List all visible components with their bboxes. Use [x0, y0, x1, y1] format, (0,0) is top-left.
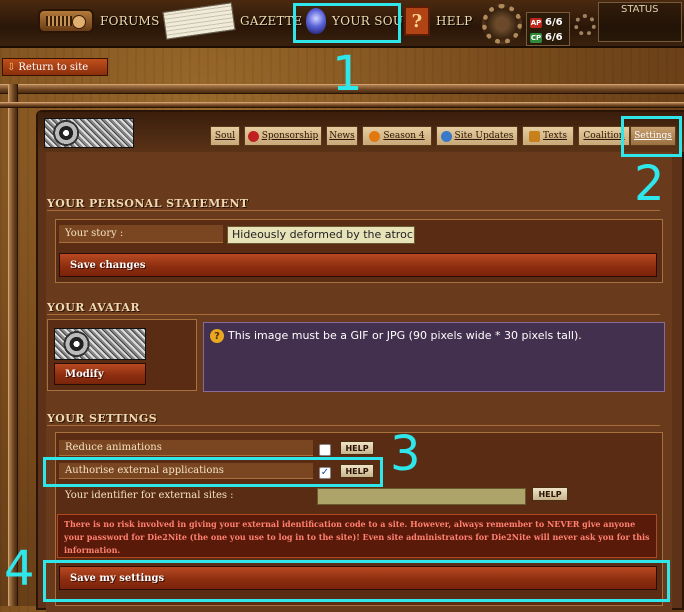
tab-coalition[interactable]: Coalition: [578, 126, 630, 146]
section-title-personal-statement: YOUR PERSONAL STATEMENT: [47, 197, 660, 211]
tab-settings-label: Settings: [634, 131, 672, 141]
soul-icon: [306, 8, 326, 34]
tab-news[interactable]: News: [326, 126, 358, 146]
tab-season-label: Season 4: [383, 131, 425, 141]
top-navigation-bar: FORUMS GAZETTE YOUR SOUL ? HELP AP 6/6 CP…: [0, 0, 684, 48]
tab-soul[interactable]: Soul: [210, 126, 240, 146]
cp-value: 6/6: [545, 32, 563, 43]
tab-settings[interactable]: Settings: [630, 126, 676, 146]
external-identifier-help-button[interactable]: HELP: [532, 487, 568, 501]
modify-avatar-button[interactable]: Modify: [54, 363, 146, 385]
scroll-icon: [529, 130, 541, 142]
action-points-panel: AP 6/6 CP 6/6: [526, 12, 570, 46]
authorise-apps-label: Authorise external applications: [59, 463, 313, 479]
avatar-info-text: This image must be a GIF or JPG (90 pixe…: [228, 329, 582, 342]
tabs-bar: Soul Sponsorship News Season 4 Site Upda…: [38, 112, 684, 152]
tab-sponsorship[interactable]: Sponsorship: [244, 126, 322, 146]
tab-sponsorship-label: Sponsorship: [261, 131, 319, 141]
heart-icon: [247, 130, 259, 142]
save-changes-button[interactable]: Save changes: [59, 253, 657, 277]
external-identifier-label: Your identifier for external sites :: [65, 489, 234, 501]
tab-texts[interactable]: Texts: [522, 126, 574, 146]
pipe-decoration: [0, 84, 684, 94]
pipe-decoration: [0, 102, 684, 108]
return-to-site-button[interactable]: ⇩ Return to site: [2, 58, 108, 76]
pipe-decoration: [8, 84, 18, 606]
small-gear-icon: [574, 14, 596, 36]
return-arrow-icon: ⇩: [7, 61, 16, 73]
reduce-animations-checkbox[interactable]: [319, 444, 331, 456]
section-title-settings: YOUR SETTINGS: [47, 412, 660, 426]
gear-icon: [482, 4, 522, 44]
help-book-icon: ?: [404, 6, 430, 36]
reduce-animations-help-button[interactable]: HELP: [340, 441, 374, 455]
info-icon: ?: [210, 329, 224, 343]
status-label: STATUS: [621, 4, 659, 15]
nav-help-label: HELP: [436, 14, 473, 28]
flame-icon: [369, 130, 381, 142]
authorise-apps-help-button[interactable]: HELP: [340, 464, 374, 478]
story-input[interactable]: Hideously deformed by the atroci: [227, 226, 415, 244]
save-settings-button[interactable]: Save my settings: [59, 566, 657, 590]
nav-your-soul[interactable]: YOUR SOUL: [306, 6, 412, 36]
tab-site-updates[interactable]: Site Updates: [436, 126, 518, 146]
newspaper-icon: [162, 2, 236, 40]
globe-icon: [440, 130, 452, 142]
nav-forums-label: FORUMS: [100, 14, 160, 28]
tab-soul-label: Soul: [214, 131, 236, 141]
tab-coalition-label: Coalition: [583, 131, 625, 141]
radio-icon: [38, 9, 94, 33]
nav-gazette[interactable]: GAZETTE: [162, 2, 303, 40]
nav-gazette-label: GAZETTE: [240, 14, 303, 28]
tab-texts-label: Texts: [543, 131, 567, 141]
section-title-avatar: YOUR AVATAR: [47, 301, 660, 315]
nav-help[interactable]: ? HELP: [404, 6, 472, 36]
status-box: STATUS: [598, 2, 682, 42]
external-identifier-input[interactable]: [317, 488, 526, 505]
avatar-image: [54, 328, 146, 360]
nav-soul-label: YOUR SOUL: [332, 14, 412, 28]
nav-forums[interactable]: FORUMS: [38, 6, 160, 36]
tab-season-4[interactable]: Season 4: [362, 126, 432, 146]
tab-news-label: News: [329, 131, 355, 141]
cp-icon: CP: [530, 32, 542, 43]
tab-site-updates-label: Site Updates: [454, 131, 514, 141]
authorise-apps-checkbox[interactable]: ✓: [319, 467, 331, 479]
story-label: Your story :: [59, 225, 223, 243]
reduce-animations-label: Reduce animations: [59, 440, 313, 456]
player-portrait: [44, 118, 134, 148]
ap-value: 6/6: [545, 17, 563, 28]
security-warning: There is no risk involved in giving your…: [57, 514, 657, 558]
return-to-site-label: Return to site: [18, 61, 89, 73]
avatar-info-box: ? This image must be a GIF or JPG (90 pi…: [203, 322, 665, 392]
ap-icon: AP: [530, 17, 542, 28]
